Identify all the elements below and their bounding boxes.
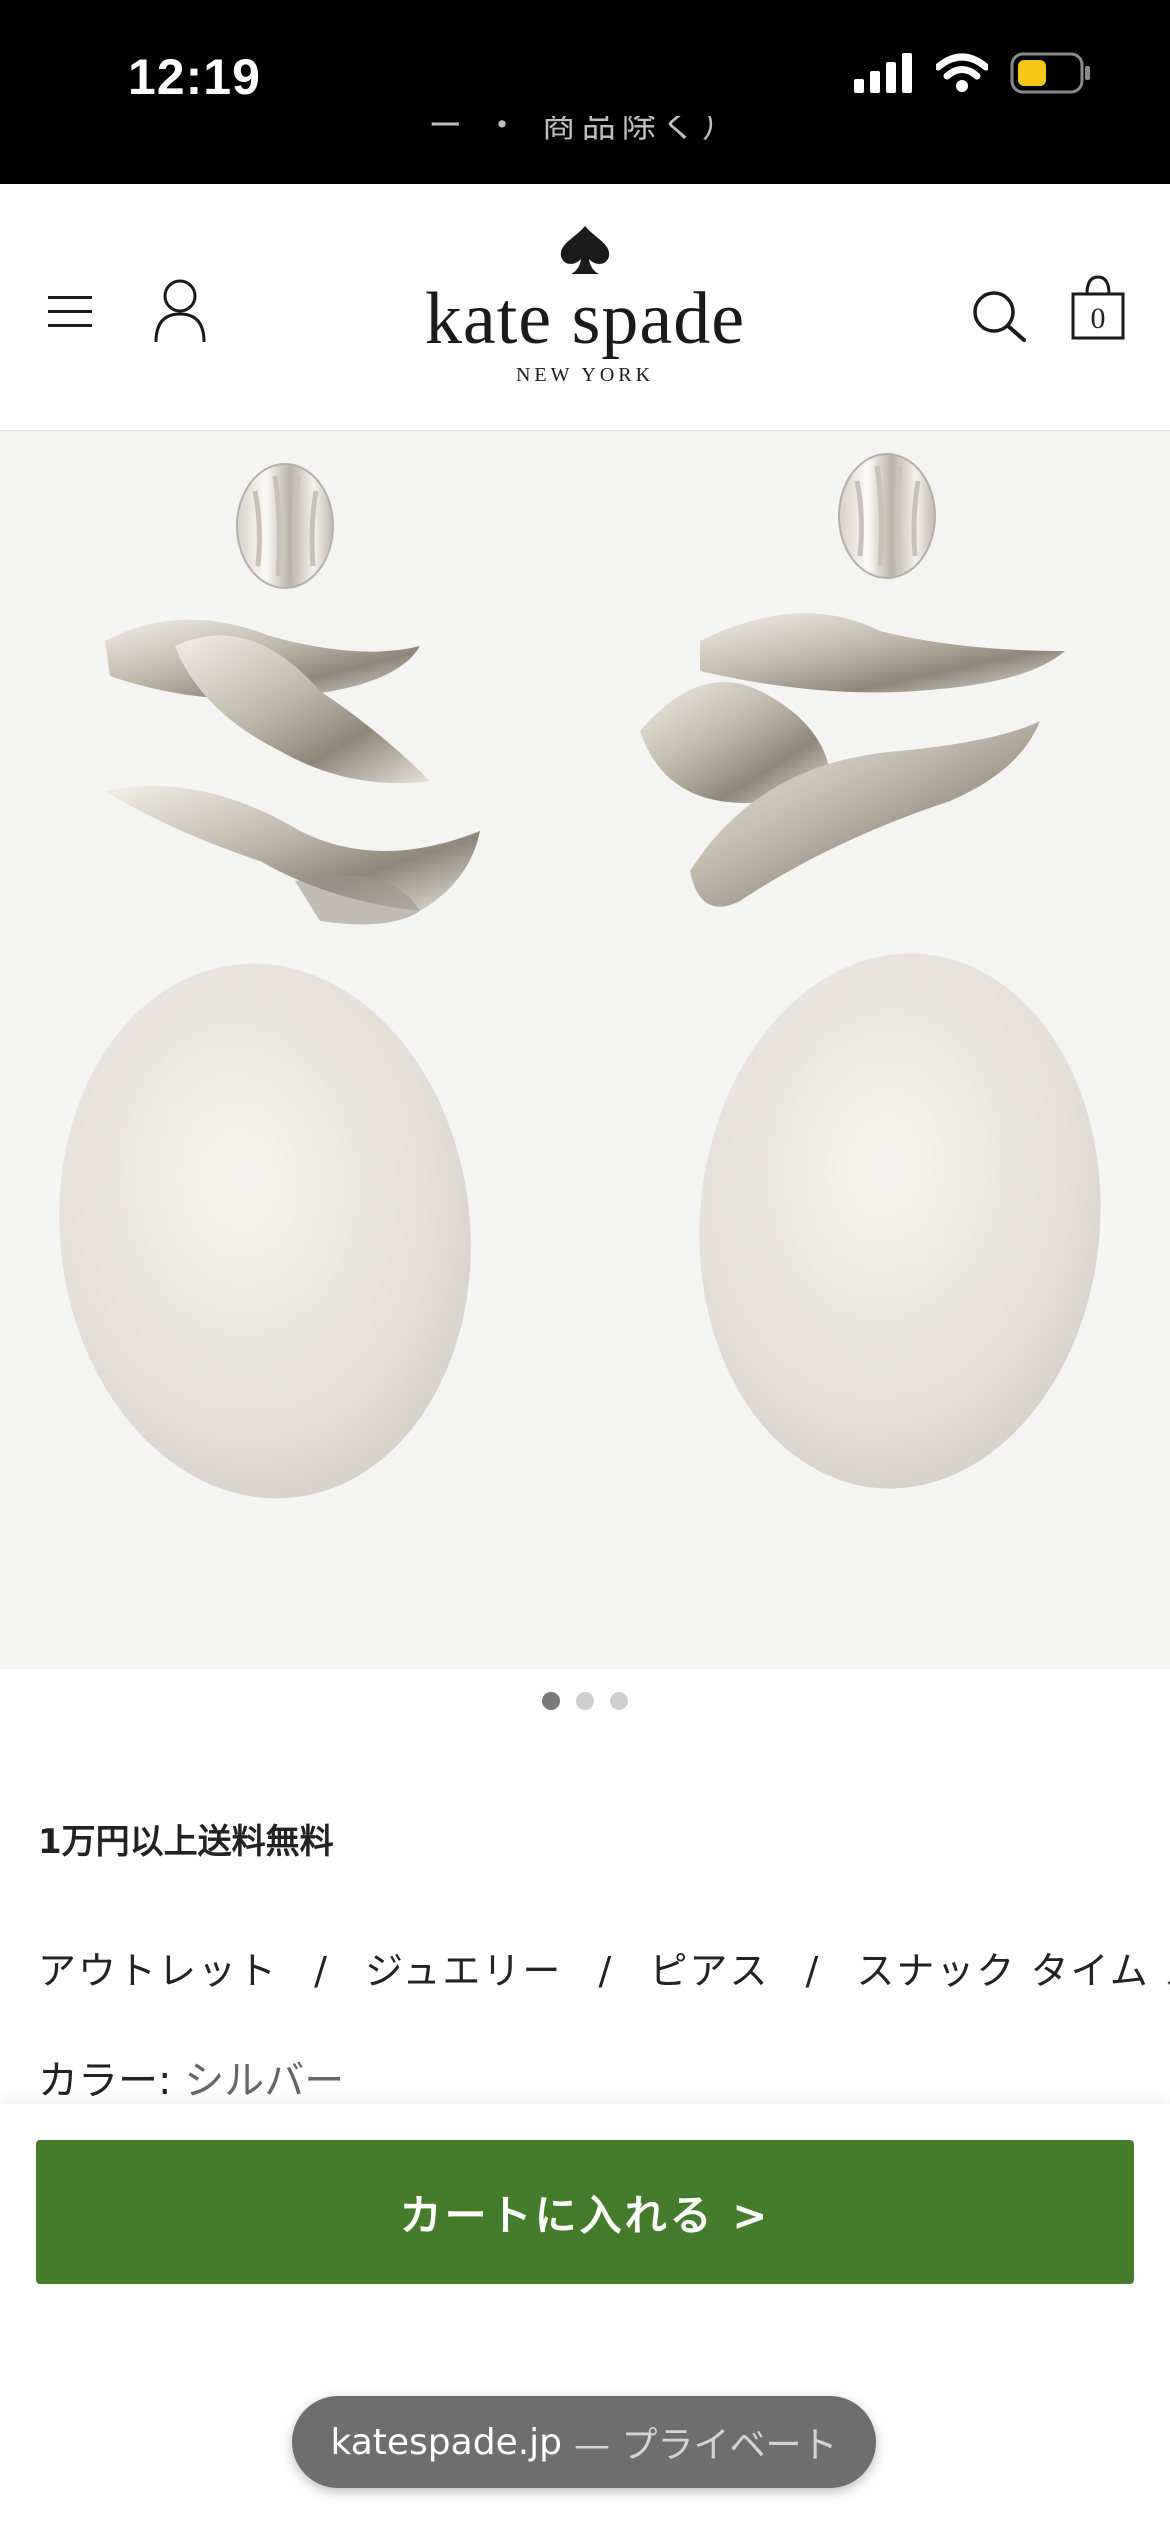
- battery-icon: [1010, 52, 1090, 94]
- cart-count: 0: [1090, 302, 1106, 335]
- status-time: 12:19: [128, 49, 261, 105]
- sticky-cart-bar: カートに入れる >: [0, 2104, 1170, 2356]
- breadcrumb-item-jewelry[interactable]: ジュエリー: [365, 1949, 562, 1993]
- search-icon[interactable]: [970, 288, 1030, 344]
- carousel-dot-3[interactable]: [610, 1692, 628, 1710]
- logo-wordmark: kate spade: [424, 278, 746, 360]
- browser-url-pill[interactable]: katespade.jp — プライベート: [292, 2396, 876, 2488]
- breadcrumb-item-outlet[interactable]: アウトレット: [38, 1949, 278, 1993]
- status-icons: [854, 52, 1092, 94]
- scrolled-banner-text: ー ・ 商品除く）: [428, 116, 742, 146]
- breadcrumb-separator: /: [314, 1949, 329, 1993]
- color-value: シルバー: [184, 2058, 345, 2104]
- spade-icon: [560, 226, 610, 274]
- breadcrumb-item-pierce[interactable]: ピアス: [649, 1949, 769, 1993]
- page: 12:19 ー ・ 商品除く） kate spade NEW YORK 0 1万…: [0, 0, 1170, 2532]
- color-label: カラー:: [38, 2058, 172, 2104]
- breadcrumb-item-product: スナック タイム ステート: [856, 1949, 1170, 1993]
- signal-icon: [854, 53, 912, 93]
- earrings-image: [59, 453, 1101, 1499]
- carousel-dots[interactable]: [0, 1692, 1170, 1710]
- kate-spade-logo[interactable]: kate spade NEW YORK: [385, 224, 785, 387]
- url-domain: katespade.jp: [330, 2421, 563, 2463]
- site-header: kate spade NEW YORK 0: [0, 184, 1170, 431]
- menu-icon[interactable]: [48, 292, 94, 332]
- add-to-cart-button[interactable]: カートに入れる >: [36, 2140, 1134, 2284]
- color-row: カラー: シルバー: [38, 2048, 344, 2106]
- breadcrumb: アウトレット / ジュエリー / ピアス / スナック タイム ステート: [38, 1940, 1170, 1995]
- account-icon[interactable]: [150, 278, 210, 344]
- breadcrumb-separator: /: [598, 1949, 614, 1993]
- product-image[interactable]: [0, 431, 1170, 1669]
- shipping-note: 1万円以上送料無料: [38, 1822, 334, 1862]
- status-bar: 12:19 ー ・ 商品除く）: [0, 0, 1170, 184]
- breadcrumb-separator: /: [805, 1949, 821, 1993]
- logo-subtitle: NEW YORK: [515, 364, 655, 386]
- scrolled-banner: ー ・ 商品除く）: [0, 116, 1170, 186]
- carousel-dot-2[interactable]: [576, 1692, 594, 1710]
- wifi-icon: [936, 53, 988, 92]
- private-mode-label: — プライベート: [574, 2425, 838, 2466]
- carousel-dot-1[interactable]: [542, 1692, 560, 1710]
